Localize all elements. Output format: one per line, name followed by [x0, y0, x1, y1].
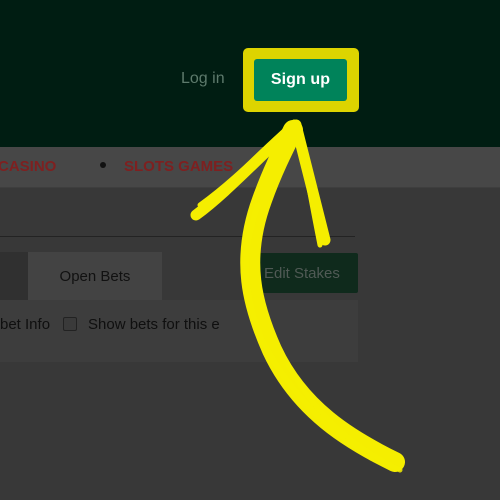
tab-open-bets[interactable]: Open Bets — [28, 252, 162, 300]
nav-bar — [0, 147, 500, 188]
edit-stakes-button[interactable]: Edit Stakes — [258, 253, 358, 293]
bet-info-label: bet Info — [0, 316, 51, 333]
nav-separator-dot — [100, 162, 106, 168]
signup-button[interactable]: Sign up — [254, 59, 347, 101]
nav-item-casino[interactable]: CASINO — [0, 158, 56, 175]
login-link[interactable]: Log in — [181, 70, 225, 88]
show-bets-label: Show bets for this e — [88, 316, 220, 333]
show-bets-checkbox[interactable] — [63, 317, 77, 331]
tab-betslip[interactable] — [0, 252, 28, 300]
divider — [0, 236, 355, 237]
nav-item-slots-games[interactable]: SLOTS GAMES — [124, 158, 233, 175]
